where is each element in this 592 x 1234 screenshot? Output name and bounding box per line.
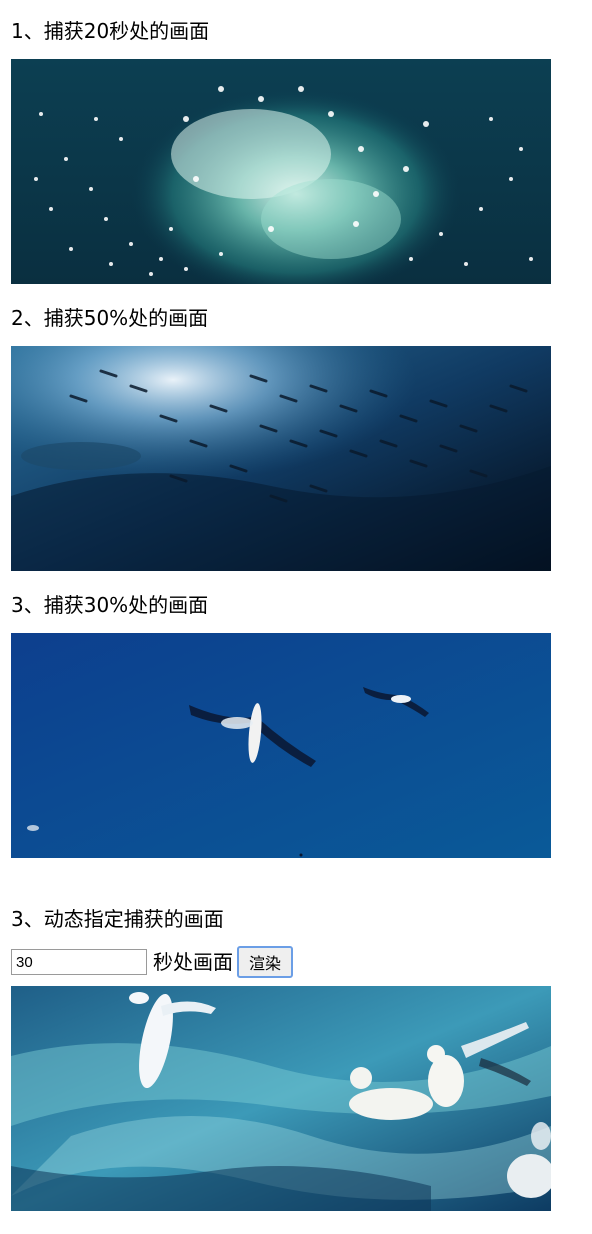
capture-50pct-heading: 2、捕获50%处的画面 [11,306,209,330]
capture-20s-heading: 1、捕获20秒处的画面 [11,19,210,43]
dynamic-capture-heading: 3、动态指定捕获的画面 [11,907,224,931]
gannets-flying-image [11,633,551,858]
capture-30pct-frame [11,633,551,858]
seconds-suffix-label: 秒处画面 [153,950,233,974]
capture-30pct-heading: 3、捕获30%处的画面 [11,593,209,617]
capture-50pct-frame [11,346,551,571]
capture-controls: 秒处画面 渲染 [11,946,294,978]
sardine-school-image [11,346,551,571]
render-button[interactable]: 渲染 [237,946,294,978]
ocean-splash-image [11,59,551,284]
seconds-input[interactable] [11,949,147,975]
gannets-on-water-image [11,986,551,1211]
capture-20s-frame [11,59,551,284]
dynamic-capture-frame [11,986,551,1211]
